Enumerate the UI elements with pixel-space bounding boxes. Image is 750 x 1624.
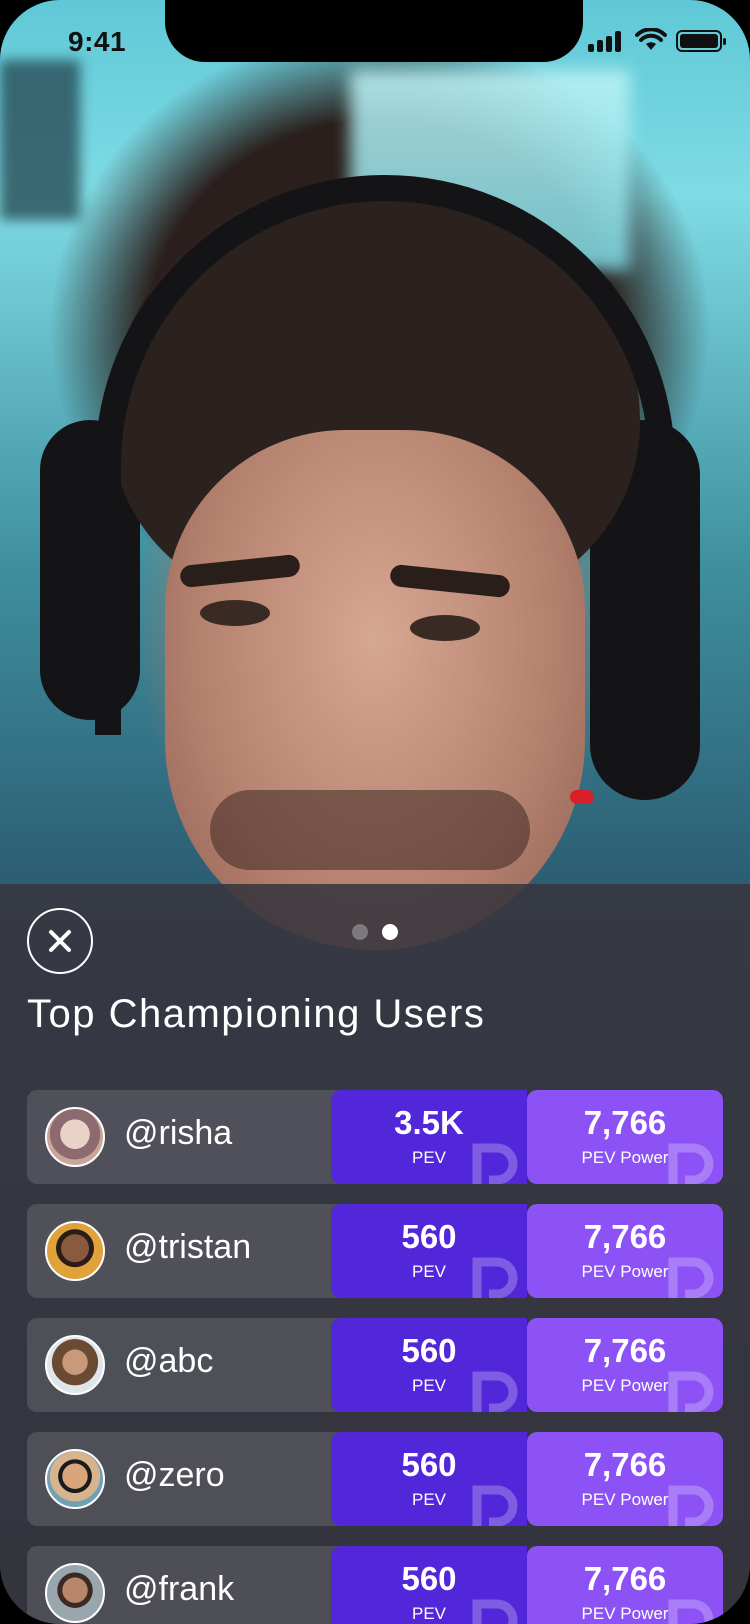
user-row[interactable]: @tristan 560 PEV 7,766 PEV Power — [27, 1204, 723, 1298]
pev-power-value: 7,766 — [583, 1560, 667, 1597]
streamer-eye-right — [410, 615, 480, 641]
streamer-eye-left — [200, 600, 270, 626]
page-indicator[interactable] — [352, 924, 398, 940]
pev-value: 560 — [401, 1446, 457, 1483]
user-handle[interactable]: @frank — [124, 1570, 234, 1609]
pev-power-value: 7,766 — [583, 1332, 667, 1369]
pev-value: 560 — [401, 1218, 457, 1255]
wifi-icon — [635, 28, 667, 50]
pev-value: 560 — [401, 1560, 457, 1597]
pev-logo-icon — [668, 1371, 714, 1412]
pev-logo-icon — [472, 1599, 518, 1624]
user-cell[interactable]: @zero — [27, 1432, 347, 1526]
pev-stat: 560 PEV — [331, 1204, 527, 1298]
pev-power-stat: 7,766 PEV Power — [527, 1318, 723, 1412]
status-time: 9:41 — [68, 26, 127, 57]
avatar[interactable] — [45, 1335, 105, 1395]
pev-power-value: 7,766 — [583, 1446, 667, 1483]
close-icon — [49, 930, 71, 952]
battery-icon — [676, 30, 726, 52]
pev-power-stat: 7,766 PEV Power — [527, 1090, 723, 1184]
headphone-light — [570, 790, 594, 804]
pev-value: 560 — [401, 1332, 457, 1369]
user-row[interactable]: @zero 560 PEV 7,766 PEV Power — [27, 1432, 723, 1526]
avatar[interactable] — [45, 1563, 105, 1623]
pev-logo-icon — [472, 1371, 518, 1412]
page-dot-2[interactable] — [382, 924, 398, 940]
pev-stat: 560 PEV — [331, 1318, 527, 1412]
pev-logo-icon — [668, 1485, 714, 1526]
pev-stat: 560 PEV — [331, 1546, 527, 1624]
user-handle[interactable]: @zero — [124, 1456, 225, 1495]
pev-logo-icon — [472, 1257, 518, 1298]
pev-power-value: 7,766 — [583, 1104, 667, 1141]
user-cell[interactable]: @abc — [27, 1318, 347, 1412]
pev-power-stat: 7,766 PEV Power — [527, 1546, 723, 1624]
user-cell[interactable]: @risha — [27, 1090, 347, 1184]
avatar[interactable] — [45, 1449, 105, 1509]
user-handle[interactable]: @tristan — [124, 1228, 251, 1267]
user-handle[interactable]: @risha — [124, 1114, 232, 1153]
pev-logo-icon — [668, 1143, 714, 1184]
user-cell[interactable]: @frank — [27, 1546, 347, 1624]
streamer-face — [165, 430, 585, 950]
pev-stat: 560 PEV — [331, 1432, 527, 1526]
video-background-shape — [0, 60, 80, 220]
device-notch — [165, 0, 583, 62]
panel-title: Top Championing Users — [27, 992, 486, 1036]
pev-power-value: 7,766 — [583, 1218, 667, 1255]
pev-power-stat: 7,766 PEV Power — [527, 1432, 723, 1526]
avatar[interactable] — [45, 1107, 105, 1167]
avatar[interactable] — [45, 1221, 105, 1281]
pev-stat: 3.5K PEV — [331, 1090, 527, 1184]
user-row[interactable]: @frank 560 PEV 7,766 PEV Power — [27, 1546, 723, 1624]
user-handle[interactable]: @abc — [124, 1342, 213, 1381]
close-button[interactable] — [27, 908, 93, 974]
pev-value: 3.5K — [394, 1104, 464, 1141]
phone-screen: 9:41 Top Championing Users @risha 3.5K P… — [0, 0, 750, 1624]
user-cell[interactable]: @tristan — [27, 1204, 347, 1298]
streamer-beard — [210, 790, 530, 870]
pev-logo-icon — [668, 1599, 714, 1624]
pev-logo-icon — [472, 1485, 518, 1526]
signal-icon — [588, 30, 624, 52]
page-dot-1[interactable] — [352, 924, 368, 940]
user-row[interactable]: @abc 560 PEV 7,766 PEV Power — [27, 1318, 723, 1412]
pev-logo-icon — [472, 1143, 518, 1184]
pev-logo-icon — [668, 1257, 714, 1298]
pev-power-stat: 7,766 PEV Power — [527, 1204, 723, 1298]
user-row[interactable]: @risha 3.5K PEV 7,766 PEV Power — [27, 1090, 723, 1184]
